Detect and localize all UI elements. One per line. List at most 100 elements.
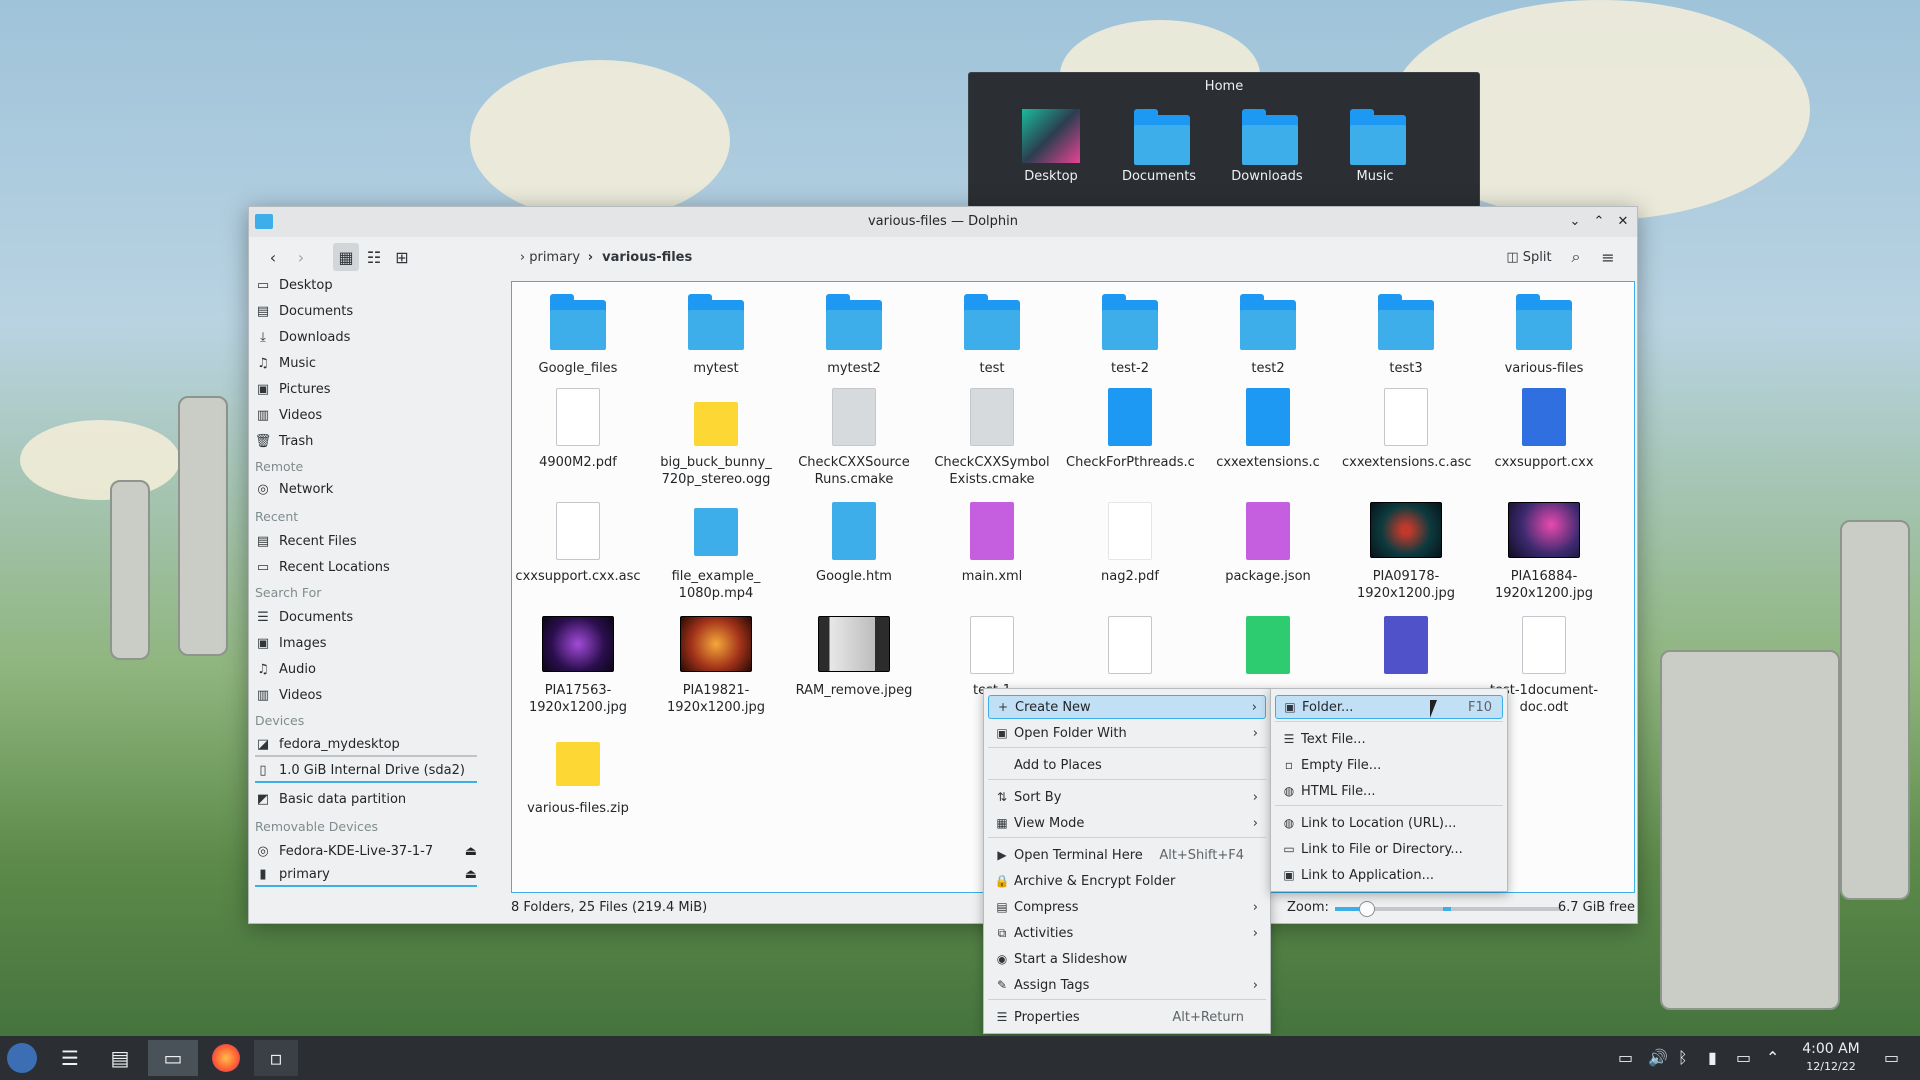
sidebar-item-search-audio[interactable]: ♫ Audio: [255, 657, 477, 681]
eject-icon[interactable]: ⏏: [465, 844, 477, 859]
popup-item-desktop[interactable]: Desktop: [1011, 109, 1091, 184]
file-item[interactable]: file_example_ 1080p.mp4: [652, 502, 780, 602]
context-menu-item[interactable]: + Create New ›: [988, 695, 1266, 719]
context-menu-item[interactable]: Add to Places: [988, 753, 1266, 777]
popup-item-documents[interactable]: Documents: [1119, 109, 1199, 184]
submenu-item[interactable]: ◍ HTML File...: [1275, 779, 1503, 803]
folder-item[interactable]: mytest: [652, 294, 780, 377]
sidebar-item-network[interactable]: ◎ Network: [255, 477, 477, 501]
sidebar-item-internal-drive[interactable]: ▯ 1.0 GiB Internal Drive (sda2): [255, 759, 477, 783]
volume-icon[interactable]: 🔊: [1648, 1048, 1668, 1067]
file-item[interactable]: various-files.zip: [514, 734, 642, 817]
context-menu-item[interactable]: ▣ Open Folder With ›: [988, 721, 1266, 745]
file-item[interactable]: main.xml: [928, 502, 1056, 585]
folder-item[interactable]: mytest2: [790, 294, 918, 377]
clock-time[interactable]: 4:00 AM: [1796, 1041, 1866, 1057]
details-view-button[interactable]: ⊞: [389, 243, 415, 271]
sidebar-item-search-images[interactable]: ▣ Images: [255, 631, 477, 655]
network-icon[interactable]: ▭: [1736, 1048, 1751, 1067]
breadcrumb-current[interactable]: › various-files: [585, 243, 695, 271]
file-item[interactable]: cxxextensions.c: [1204, 388, 1332, 471]
sidebar-item-primary[interactable]: ▮ primary ⏏: [255, 863, 477, 887]
file-item[interactable]: cxxextensions.c.asc: [1342, 388, 1472, 471]
breadcrumb-primary[interactable]: › primary: [515, 243, 585, 271]
submenu-item[interactable]: ▣ Folder... F10: [1275, 695, 1503, 719]
zoom-slider[interactable]: [1335, 901, 1451, 917]
file-item[interactable]: PIA19821- 1920x1200.jpg: [652, 616, 780, 716]
context-menu-item[interactable]: ▦ View Mode ›: [988, 811, 1266, 835]
submenu-item[interactable]: ☰ Text File...: [1275, 727, 1503, 751]
split-button[interactable]: ◫ Split: [1501, 243, 1557, 271]
sidebar-item-videos[interactable]: ▥ Videos: [255, 403, 477, 427]
discover-icon[interactable]: ▤: [98, 1040, 142, 1076]
app-taskbar-icon[interactable]: ▫: [254, 1040, 298, 1076]
fedora-launcher-icon[interactable]: [0, 1040, 44, 1076]
file-item[interactable]: PIA17563- 1920x1200.jpg: [514, 616, 642, 716]
search-icon[interactable]: ⌕: [1563, 243, 1589, 271]
submenu-item[interactable]: ▭ Link to File or Directory...: [1275, 837, 1503, 861]
file-item[interactable]: CheckCXXSymbol Exists.cmake: [928, 388, 1056, 488]
submenu-item[interactable]: ▣ Link to Application...: [1275, 863, 1503, 887]
sidebar-item-downloads[interactable]: ⤓ Downloads: [255, 325, 477, 349]
file-item[interactable]: cxxsupport.cxx.asc: [514, 502, 642, 585]
folder-item[interactable]: test2: [1204, 294, 1332, 377]
dolphin-taskbar-icon[interactable]: ▭: [148, 1040, 198, 1076]
sidebar-item-search-documents[interactable]: ☰ Documents: [255, 605, 477, 629]
sidebar-item-fedora-mydesktop[interactable]: ◪ fedora_mydesktop: [255, 733, 477, 757]
folder-item[interactable]: various-files: [1480, 294, 1608, 377]
folder-item[interactable]: test3: [1342, 294, 1470, 377]
tray-expand-icon[interactable]: ⌃: [1766, 1048, 1779, 1067]
file-item[interactable]: CheckForPthreads.c: [1066, 388, 1195, 471]
file-item[interactable]: 4900M2.pdf: [514, 388, 642, 471]
hamburger-menu-icon[interactable]: ≡: [1595, 243, 1621, 271]
context-menu-item[interactable]: ▶ Open Terminal Here Alt+Shift+F4: [988, 843, 1266, 867]
sidebar-item-basic-data-partition[interactable]: ◩ Basic data partition: [255, 787, 477, 811]
sidebar-item-search-videos[interactable]: ▥ Videos: [255, 683, 477, 707]
close-icon[interactable]: ✕: [1613, 207, 1633, 237]
sidebar-item-desktop[interactable]: ▭ Desktop: [255, 279, 477, 297]
battery-icon[interactable]: ▮: [1708, 1048, 1717, 1067]
context-menu-item[interactable]: ☰ Properties Alt+Return: [988, 1005, 1266, 1029]
submenu-item[interactable]: ▫ Empty File...: [1275, 753, 1503, 777]
clock-date[interactable]: 12/12/22: [1796, 1060, 1866, 1073]
popup-item-downloads[interactable]: Downloads: [1227, 109, 1307, 184]
file-item[interactable]: test-1: [928, 616, 1056, 699]
popup-item-music[interactable]: Music: [1335, 109, 1415, 184]
context-menu-item[interactable]: ✎ Assign Tags ›: [988, 973, 1266, 997]
folder-item[interactable]: test-2: [1066, 294, 1194, 377]
context-menu-item[interactable]: ⇅ Sort By ›: [988, 785, 1266, 809]
back-button[interactable]: ‹: [261, 243, 285, 271]
file-item[interactable]: [1066, 616, 1194, 682]
minimize-icon[interactable]: ⌄: [1565, 207, 1585, 237]
sidebar-item-pictures[interactable]: ▣ Pictures: [255, 377, 477, 401]
icons-view-button[interactable]: ▦: [333, 243, 359, 271]
forward-button[interactable]: ›: [289, 243, 313, 271]
system-settings-icon[interactable]: ☰: [48, 1040, 92, 1076]
folder-item[interactable]: test: [928, 294, 1056, 377]
context-menu-item[interactable]: ⧉ Activities ›: [988, 921, 1266, 945]
sidebar-item-music[interactable]: ♫ Music: [255, 351, 477, 375]
file-item[interactable]: package.json: [1204, 502, 1332, 585]
show-desktop-icon[interactable]: ▭: [1884, 1048, 1899, 1067]
file-item[interactable]: PIA09178- 1920x1200.jpg: [1342, 502, 1470, 602]
file-item[interactable]: Google.htm: [790, 502, 918, 585]
sidebar-item-trash[interactable]: 🗑 Trash: [255, 429, 477, 453]
file-item[interactable]: big_buck_bunny_ 720p_stereo.ogg: [652, 388, 780, 488]
file-item[interactable]: nag2.pdf: [1066, 502, 1194, 585]
file-item[interactable]: RAM_remove.jpeg: [790, 616, 918, 699]
file-item[interactable]: [1204, 616, 1332, 682]
eject-icon[interactable]: ⏏: [465, 867, 477, 882]
sidebar-item-recent-files[interactable]: ▤ Recent Files: [255, 529, 477, 553]
file-item[interactable]: CheckCXXSource Runs.cmake: [790, 388, 918, 488]
file-item[interactable]: PIA16884- 1920x1200.jpg: [1480, 502, 1608, 602]
firefox-icon[interactable]: [204, 1040, 248, 1076]
context-menu-item[interactable]: 🔒 Archive & Encrypt Folder: [988, 869, 1266, 893]
sidebar-item-documents[interactable]: ▤ Documents: [255, 299, 477, 323]
compact-view-button[interactable]: ☷: [361, 243, 387, 271]
maximize-icon[interactable]: ⌃: [1589, 207, 1609, 237]
display-icon[interactable]: ▭: [1618, 1048, 1633, 1067]
zoom-slider-handle[interactable]: [1359, 901, 1375, 917]
sidebar-item-fedora-live[interactable]: ◎ Fedora-KDE-Live-37-1-7 ⏏: [255, 839, 477, 863]
context-menu-item[interactable]: ◉ Start a Slideshow: [988, 947, 1266, 971]
folder-item[interactable]: Google_files: [514, 294, 642, 377]
